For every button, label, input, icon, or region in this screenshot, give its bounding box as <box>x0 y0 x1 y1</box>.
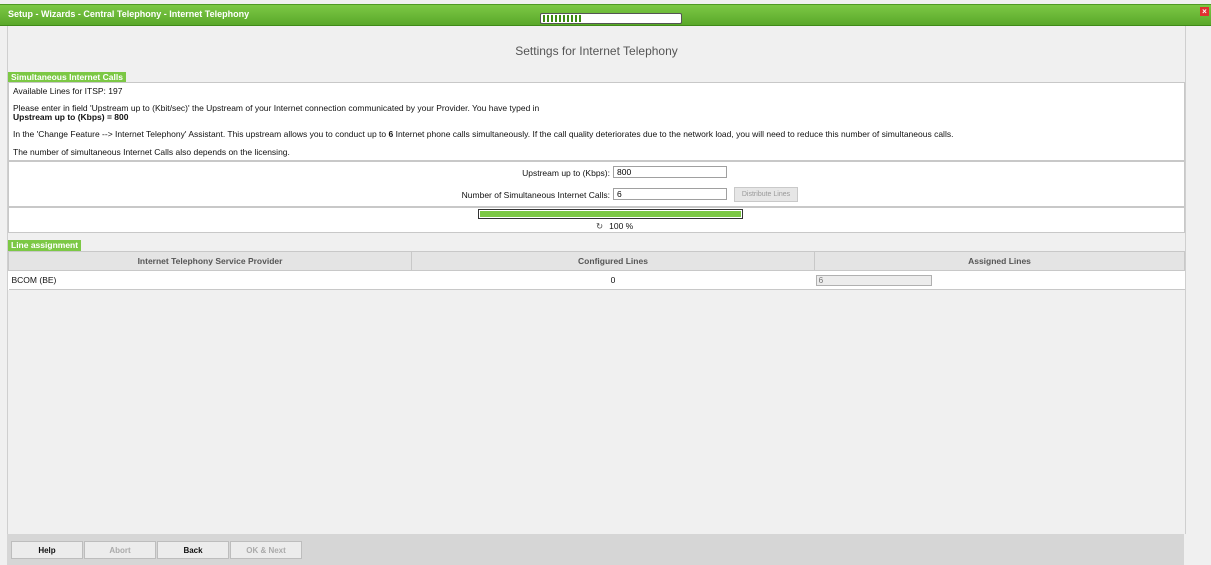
line-progress-bar <box>478 209 743 219</box>
window-title: Setup - Wizards - Central Telephony - In… <box>8 9 250 19</box>
progress-segment <box>563 15 565 22</box>
change-feature-text-b: Internet phone calls simultaneously. If … <box>393 129 954 139</box>
simultaneous-info-panel: Available Lines for ITSP: 197 Please ent… <box>8 82 1185 161</box>
help-button[interactable]: Help <box>11 541 83 559</box>
back-button[interactable]: Back <box>157 541 229 559</box>
simultaneous-calls-input[interactable] <box>613 188 727 200</box>
ok-next-button[interactable]: OK & Next <box>230 541 302 559</box>
progress-segment <box>567 15 569 22</box>
distribute-lines-button[interactable]: Distribute Lines <box>734 187 798 202</box>
configured-cell: 0 <box>411 270 815 290</box>
change-feature-text-a: In the 'Change Feature --> Internet Tele… <box>13 129 389 139</box>
calls-label: Number of Simultaneous Internet Calls: <box>461 190 610 200</box>
abort-button[interactable]: Abort <box>84 541 156 559</box>
table-header-row: Internet Telephony Service Provider Conf… <box>8 251 1185 271</box>
provider-cell: BCOM (BE) <box>8 270 412 290</box>
progress-percent: 100 % <box>609 221 634 231</box>
window-titlebar: Setup - Wizards - Central Telephony - In… <box>0 4 1211 26</box>
progress-segment <box>579 15 581 22</box>
progress-segment <box>543 15 545 22</box>
column-header-assigned: Assigned Lines <box>814 251 1185 271</box>
progress-segment <box>575 15 577 22</box>
table-row: BCOM (BE) 0 <box>8 270 1185 290</box>
progress-segment <box>551 15 553 22</box>
progress-readout: ↻ 100 % <box>596 221 633 232</box>
available-lines-text: Available Lines for ITSP: 197 <box>13 86 123 96</box>
footer-bar: Help Abort Back OK & Next <box>7 534 1184 565</box>
wizard-progress-indicator <box>540 13 682 24</box>
page-title: Settings for Internet Telephony <box>515 44 678 58</box>
close-icon[interactable]: × <box>1200 7 1209 16</box>
column-header-configured: Configured Lines <box>411 251 815 271</box>
progress-segment <box>559 15 561 22</box>
upstream-input[interactable] <box>613 166 727 178</box>
assigned-cell <box>814 270 1185 290</box>
upstream-label: Upstream up to (Kbps): <box>522 168 610 178</box>
upstream-summary-text: Upstream up to (Kbps) = 800 <box>13 112 129 122</box>
line-assignment-table: Internet Telephony Service Provider Conf… <box>8 251 1185 290</box>
column-header-provider: Internet Telephony Service Provider <box>8 251 412 271</box>
progress-segment <box>571 15 573 22</box>
change-feature-text: In the 'Change Feature --> Internet Tele… <box>13 129 953 139</box>
spinner-icon: ↻ <box>596 221 604 231</box>
assigned-lines-input[interactable] <box>815 274 932 286</box>
main-content: Settings for Internet Telephony Simultan… <box>7 26 1186 534</box>
section-label-line-assignment: Line assignment <box>8 240 82 251</box>
licensing-note: The number of simultaneous Internet Call… <box>13 147 290 157</box>
progress-segment <box>555 15 557 22</box>
progress-segment <box>547 15 549 22</box>
line-progress-fill <box>480 211 741 217</box>
